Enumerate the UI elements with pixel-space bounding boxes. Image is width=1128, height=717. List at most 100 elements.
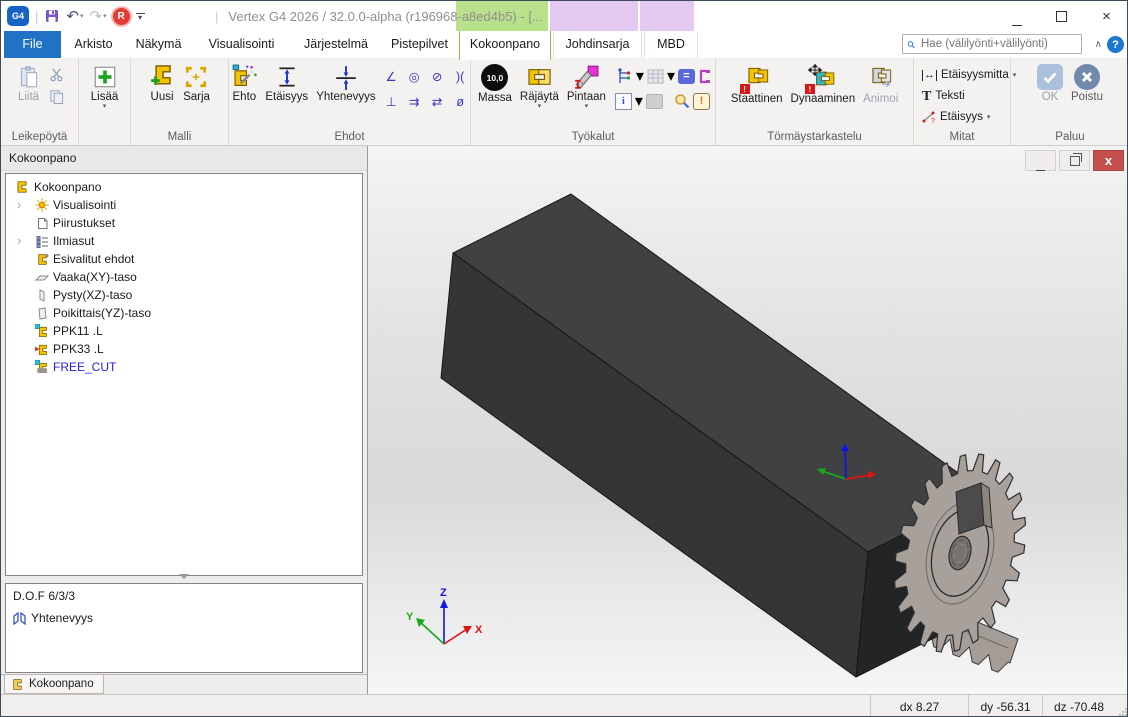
search-box[interactable]: [902, 34, 1082, 54]
expand-chevron-icon[interactable]: ›: [17, 232, 21, 250]
redo-button[interactable]: ↷▾: [89, 7, 106, 25]
tree-item-visualisointi[interactable]: › Visualisointi: [6, 196, 362, 214]
info-button[interactable]: i: [615, 93, 632, 110]
etaisyys-ehto-button[interactable]: Etäisyys: [262, 63, 311, 104]
clamp-button[interactable]: [698, 69, 711, 84]
redo-dropdown-caret[interactable]: ▾: [103, 12, 107, 20]
lisaa-button[interactable]: Lisää ▾: [88, 63, 122, 111]
search-input[interactable]: [919, 37, 1077, 51]
copy-button[interactable]: [47, 87, 67, 105]
tab-visualisointi[interactable]: Visualisointi: [191, 31, 292, 58]
expand-chevron-icon[interactable]: ›: [17, 196, 21, 214]
splitter-chevron-icon[interactable]: [179, 574, 189, 579]
pintaan-button[interactable]: Pintaan ▾: [564, 63, 609, 111]
record-badge[interactable]: R: [113, 8, 130, 25]
tab-kokoonpano[interactable]: Kokoonpano: [459, 31, 551, 60]
maximize-icon: [1056, 11, 1067, 22]
customize-toolbar-button[interactable]: ▾: [136, 13, 145, 20]
structure-dropdown-caret[interactable]: ▾: [636, 66, 644, 86]
bottom-tab-kokoonpano[interactable]: Kokoonpano: [4, 675, 104, 694]
table-dropdown-caret[interactable]: ▾: [667, 66, 675, 86]
lisaa-dropdown-caret[interactable]: ▾: [103, 104, 107, 110]
tree-item-vaaka-xy[interactable]: Vaaka(XY)-taso: [6, 268, 362, 286]
tree-item-ilmiasut[interactable]: › Ilmiasut: [6, 232, 362, 250]
help-button[interactable]: ?: [1107, 36, 1124, 53]
no-intersect-constraint-icon[interactable]: ø: [450, 92, 471, 111]
undo-button[interactable]: ↶▾: [66, 7, 83, 25]
text-icon: T: [922, 90, 931, 103]
angle-constraint-icon[interactable]: ∠: [381, 67, 402, 86]
group-malli: Uusi Sarja Malli: [131, 58, 229, 145]
tab-arkisto[interactable]: Arkisto: [61, 31, 126, 58]
tab-pistepilvet[interactable]: Pistepilvet: [380, 31, 459, 58]
equations-icon[interactable]: =: [678, 69, 695, 84]
tree-item-piirustukset[interactable]: Piirustukset: [6, 214, 362, 232]
parallel-constraint-icon[interactable]: ⇉: [404, 92, 425, 111]
viewport-minimize-button[interactable]: [1025, 150, 1056, 171]
close-button[interactable]: ×: [1084, 1, 1128, 31]
teksti-button[interactable]: T Teksti: [922, 87, 965, 106]
dynaaminen-button[interactable]: ! Dynaaminen: [788, 63, 859, 106]
group-label-mitat: Mitat: [914, 131, 1010, 143]
resize-grip[interactable]: [1115, 695, 1128, 717]
uusi-button[interactable]: Uusi: [146, 63, 178, 104]
ok-button[interactable]: OK: [1034, 63, 1066, 104]
concentric-constraint-icon[interactable]: ◎: [404, 67, 425, 86]
tree-item-ppk33[interactable]: PPK33 .L: [6, 340, 362, 358]
tree-item-pysty-xz[interactable]: Pysty(XZ)-taso: [6, 286, 362, 304]
etaisyys-mitta-button[interactable]: ? Etäisyys ▾: [922, 108, 990, 127]
teksti-label: Teksti: [935, 90, 964, 102]
ehto-button[interactable]: Ehto: [228, 63, 260, 104]
minimize-button[interactable]: [994, 1, 1039, 31]
tree-item-free-cut[interactable]: FREE_CUT: [6, 358, 362, 376]
restore-icon: [1070, 156, 1080, 166]
undo-dropdown-caret[interactable]: ▾: [80, 12, 84, 20]
sarja-button[interactable]: Sarja: [180, 63, 213, 104]
viewport-restore-button[interactable]: [1059, 150, 1090, 171]
save-button[interactable]: [44, 8, 60, 24]
close-icon: x: [1105, 153, 1112, 168]
paste-button[interactable]: Liitä: [13, 63, 45, 104]
viewport-close-button[interactable]: x: [1093, 150, 1124, 171]
tree-item-esivalitut-ehdot[interactable]: Esivalitut ehdot: [6, 250, 362, 268]
status-bar: dx 8.27 dy -56.31 dz -70.48: [1, 694, 1128, 717]
staattinen-button[interactable]: ! Staattinen: [728, 63, 786, 106]
tree-item-kokoonpano[interactable]: Kokoonpano: [6, 178, 362, 196]
animoi-button[interactable]: Animoi: [860, 63, 901, 106]
axis-y-label: Y: [406, 611, 414, 623]
pintaan-dropdown-caret[interactable]: ▾: [585, 104, 589, 110]
antiparallel-constraint-icon[interactable]: ⇄: [427, 92, 448, 111]
yhtenevyys-button[interactable]: Yhtenevyys: [313, 63, 378, 104]
massa-button[interactable]: 10,0 Massa: [475, 63, 515, 105]
etaisyysmitta-button[interactable]: ↔ Etäisyysmitta ▾: [922, 66, 1016, 85]
tab-johdinsarja[interactable]: Johdinsarja: [553, 31, 642, 58]
minimize-icon: [1036, 151, 1045, 171]
tab-file[interactable]: File: [4, 31, 61, 58]
tab-nakyma[interactable]: Näkymä: [126, 31, 191, 58]
structure-tree-button[interactable]: [615, 68, 633, 85]
table-button[interactable]: [647, 69, 664, 84]
tree-item-poikittais-yz[interactable]: Poikittais(YZ)-taso: [6, 304, 362, 322]
warning-button[interactable]: !: [693, 93, 710, 110]
cut-button[interactable]: [47, 65, 67, 83]
app-logo[interactable]: G4: [7, 6, 29, 26]
tab-jarjestelma[interactable]: Järjestelmä: [292, 31, 380, 58]
tangent-constraint-icon[interactable]: ⊘: [427, 67, 448, 86]
rajayta-button[interactable]: Räjäytä ▾: [517, 63, 562, 111]
find-button[interactable]: [674, 93, 690, 109]
etaisyys-mitta-dropdown-caret[interactable]: ▾: [987, 113, 991, 121]
dof-constraint-item[interactable]: Yhtenevyys: [13, 611, 93, 625]
rajayta-dropdown-caret[interactable]: ▾: [538, 104, 542, 110]
perpendicular-constraint-icon[interactable]: ⊥: [381, 92, 402, 111]
poistu-button[interactable]: Poistu: [1068, 63, 1106, 104]
search-icon: [907, 38, 915, 51]
maximize-button[interactable]: [1039, 1, 1084, 31]
animate-icon: [867, 64, 895, 92]
symmetry-constraint-icon[interactable]: )(: [450, 67, 471, 86]
collapse-ribbon-chevron[interactable]: ∧: [1095, 39, 1102, 50]
etaisyys-mitta-label: Etäisyys: [940, 111, 983, 123]
tree-item-ppk11[interactable]: PPK11 .L: [6, 322, 362, 340]
model-viewport[interactable]: x: [368, 146, 1128, 694]
tab-mbd[interactable]: MBD: [644, 31, 698, 58]
info-dropdown-caret[interactable]: ▾: [635, 91, 643, 111]
